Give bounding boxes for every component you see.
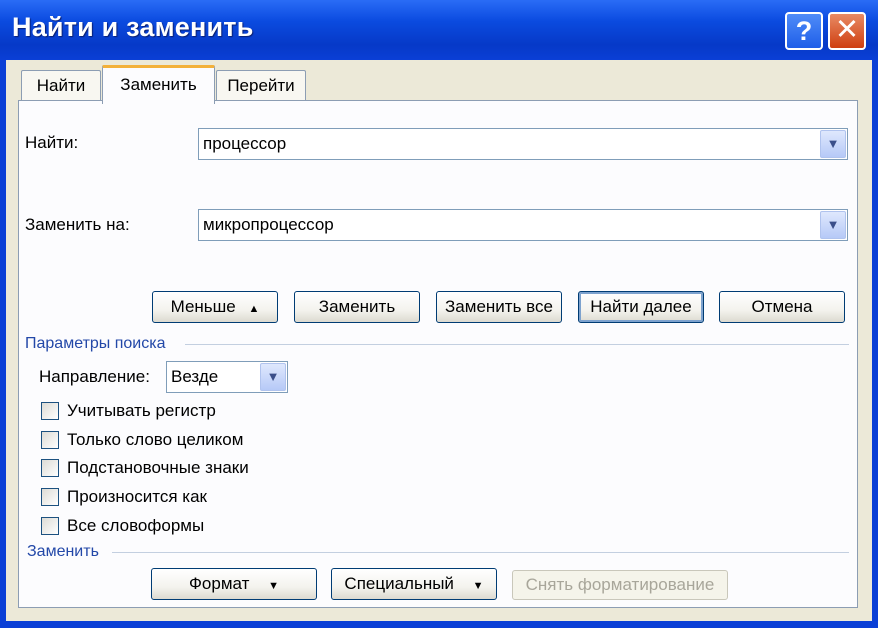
search-options-separator [185, 344, 849, 345]
clear-formatting-button[interactable]: Снять форматирование [512, 570, 728, 600]
help-button[interactable]: ? [785, 12, 823, 50]
match-case-checkbox[interactable] [41, 402, 59, 420]
find-replace-dialog: Найти и заменить ? ✕ Найти Заменить Пере… [0, 0, 878, 628]
find-combobox[interactable]: процессор ▼ [198, 128, 848, 160]
find-next-button-label: Найти далее [590, 297, 692, 316]
replace-label: Заменить на: [25, 215, 130, 234]
all-word-forms-label: Все словоформы [67, 516, 205, 535]
sounds-like-checkbox[interactable] [41, 488, 59, 506]
chevron-down-icon[interactable]: ▼ [260, 363, 286, 391]
close-icon: ✕ [834, 14, 860, 46]
dialog-client-area: Найти Заменить Перейти Найти: процессор … [6, 60, 872, 628]
tab-replace-label: Заменить [120, 75, 197, 94]
cancel-button[interactable]: Отмена [719, 291, 845, 323]
chevron-up-icon: ▲ [248, 303, 260, 315]
find-input[interactable]: процессор [203, 134, 286, 154]
less-button-label: Меньше [170, 297, 236, 316]
format-button-label: Формат [188, 574, 250, 593]
direction-label: Направление: [39, 367, 150, 386]
tab-replace[interactable]: Заменить [102, 65, 215, 104]
replace-all-button[interactable]: Заменить все [436, 291, 562, 323]
cancel-button-label: Отмена [751, 297, 813, 316]
title-bar[interactable]: Найти и заменить ? ✕ [0, 0, 878, 60]
direction-select[interactable]: Везде ▼ [166, 361, 288, 393]
replace-button[interactable]: Заменить [294, 291, 420, 323]
replace-input[interactable]: микропроцессор [203, 215, 334, 235]
special-button-label: Специальный [344, 574, 454, 593]
close-button[interactable]: ✕ [828, 12, 866, 50]
clear-formatting-label: Снять форматирование [525, 575, 715, 594]
special-button[interactable]: Специальный ▼ [331, 568, 497, 600]
whole-word-label: Только слово целиком [67, 430, 244, 449]
replace-combobox[interactable]: микропроцессор ▼ [198, 209, 848, 241]
find-label: Найти: [25, 133, 79, 152]
window-bottom-border [0, 621, 878, 628]
help-icon: ? [795, 16, 813, 46]
tab-goto[interactable]: Перейти [216, 70, 306, 102]
sounds-like-label: Произносится как [67, 487, 207, 506]
dropdown-arrow-icon: ▼ [472, 580, 484, 592]
replace-button-label: Заменить [318, 297, 396, 316]
replace-all-button-label: Заменить все [445, 297, 553, 316]
all-word-forms-checkbox[interactable] [41, 517, 59, 535]
chevron-down-icon[interactable]: ▼ [820, 211, 846, 239]
tab-find[interactable]: Найти [21, 70, 101, 102]
tab-panel-replace: Найти: процессор ▼ Заменить на: микропро… [18, 100, 858, 608]
less-button[interactable]: Меньше ▲ [152, 291, 278, 323]
direction-value: Везде [171, 367, 219, 386]
whole-word-checkbox[interactable] [41, 431, 59, 449]
replace-section-heading: Заменить [27, 543, 99, 560]
match-case-label: Учитывать регистр [67, 401, 216, 420]
window-title: Найти и заменить [12, 12, 254, 42]
find-next-button[interactable]: Найти далее [578, 291, 704, 323]
search-options-heading: Параметры поиска [25, 335, 166, 352]
replace-section-separator [112, 552, 849, 553]
dropdown-arrow-icon: ▼ [268, 580, 279, 592]
tab-goto-label: Перейти [227, 76, 295, 95]
chevron-down-icon[interactable]: ▼ [820, 130, 846, 158]
wildcards-checkbox[interactable] [41, 459, 59, 477]
tab-find-label: Найти [36, 76, 86, 95]
wildcards-label: Подстановочные знаки [67, 458, 249, 477]
format-button[interactable]: Формат ▼ [151, 568, 317, 600]
